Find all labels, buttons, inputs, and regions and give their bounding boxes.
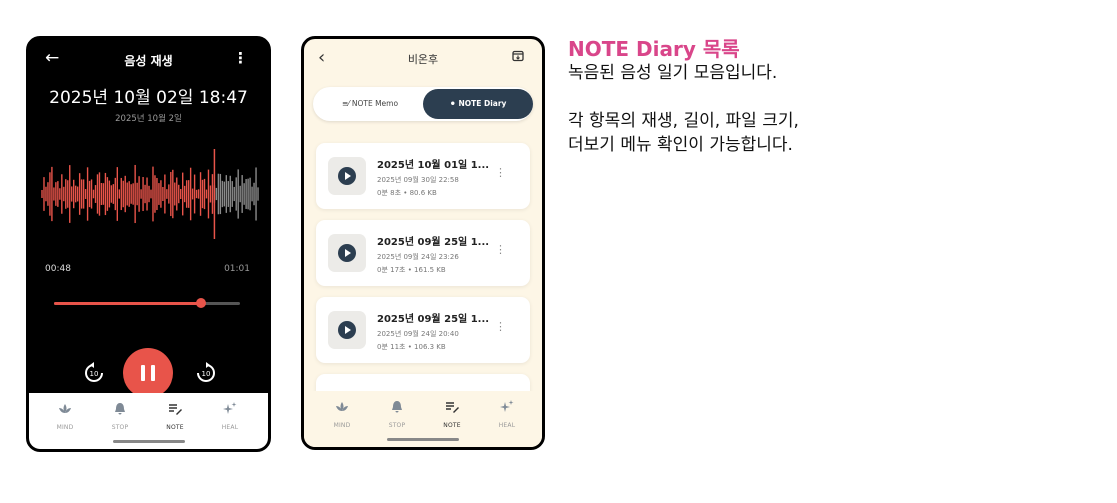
play-icon (345, 326, 351, 334)
tab-mind[interactable]: MIND (322, 399, 362, 429)
microphone-icon: ⚫ (449, 99, 456, 108)
tab-label: HEAL (498, 422, 516, 429)
list-item[interactable]: 2025년 09월 25일 1... 2025년 09월 24일 20:40 0… (316, 297, 530, 363)
seek-progress (54, 302, 201, 305)
note-pen-icon (446, 402, 459, 413)
seek-bar[interactable] (54, 298, 240, 308)
tab-label: STOP (388, 422, 406, 429)
waveform[interactable] (41, 149, 259, 239)
rewind-10-icon[interactable]: 10 (82, 361, 106, 385)
tab-stop[interactable]: STOP (100, 401, 140, 431)
bottom-tab-bar: MIND STOP NOTE HEAL (29, 393, 268, 449)
tab-stop[interactable]: STOP (377, 399, 417, 429)
play-button[interactable] (328, 311, 366, 349)
archive-icon[interactable] (512, 50, 524, 62)
more-vertical-icon[interactable]: ⋮ (495, 321, 506, 332)
bell-icon (115, 403, 125, 415)
list-item[interactable]: 2025년 09월 25일 1... 2025년 09월 24일 23:26 0… (316, 220, 530, 286)
description-line: 각 항목의 재생, 길이, 파일 크기, (568, 111, 799, 131)
list-title: 비온후 (407, 53, 439, 66)
player-screen: ← 음성 재생 ⋮ 2025년 10월 02일 18:47 2025년 10월 … (26, 36, 271, 452)
bell-icon (392, 401, 402, 413)
item-date: 2025년 09월 24일 23:26 (377, 253, 459, 261)
sparkle-icon (500, 400, 514, 412)
play-button[interactable] (328, 234, 366, 272)
play-button[interactable] (328, 157, 366, 195)
tab-label: STOP (111, 424, 129, 431)
note-memo-label: NOTE Memo (351, 99, 399, 108)
player-header: ← 음성 재생 ⋮ (29, 45, 268, 73)
tab-note-diary[interactable]: ⚫ NOTE Diary (423, 89, 533, 119)
tab-label: MIND (333, 422, 351, 429)
item-date: 2025년 09월 30일 22:58 (377, 176, 459, 184)
recording-datetime: 2025년 10월 02일 18:47 (49, 88, 248, 108)
home-indicator (112, 440, 185, 443)
list-item[interactable]: 2025년 10월 01일 1... 2025년 09월 30일 22:58 0… (316, 143, 530, 209)
home-indicator (387, 438, 459, 441)
total-time: 01:01 (224, 264, 250, 274)
item-title: 2025년 09월 25일 1... (377, 237, 490, 248)
seek-thumb[interactable] (195, 298, 206, 308)
description-line: 녹음된 음성 일기 모음입니다. (568, 63, 778, 83)
item-meta: 0분 17초 • 161.5 KB (377, 266, 446, 274)
description-heading: NOTE Diary 목록 (568, 37, 740, 61)
forward-label: 10 (202, 370, 211, 378)
play-icon (345, 249, 351, 257)
tab-heal[interactable]: HEAL (210, 401, 250, 431)
pause-icon (141, 365, 145, 381)
more-vertical-icon[interactable]: ⋮ (233, 49, 248, 67)
bottom-tab-bar: MIND STOP NOTE HEAL (304, 391, 542, 447)
lotus-icon (336, 402, 348, 411)
current-time: 00:48 (45, 264, 71, 274)
more-vertical-icon[interactable]: ⋮ (495, 244, 506, 255)
tab-label: HEAL (221, 424, 239, 431)
description-panel: NOTE Diary 목록 녹음된 음성 일기 모음입니다. 각 항목의 재생,… (568, 37, 1108, 157)
item-date: 2025년 09월 24일 20:40 (377, 330, 459, 338)
pause-button[interactable] (123, 348, 173, 398)
tab-label: NOTE (443, 422, 461, 429)
recording-date: 2025년 10월 2일 (115, 114, 182, 124)
forward-10-icon[interactable]: 10 (194, 361, 218, 385)
play-icon (345, 172, 351, 180)
tab-label: MIND (56, 424, 74, 431)
tab-heal[interactable]: HEAL (487, 399, 527, 429)
sparkle-icon (223, 402, 237, 414)
tab-note[interactable]: NOTE (155, 401, 195, 431)
item-title: 2025년 10월 01일 1... (377, 160, 490, 171)
tab-note[interactable]: NOTE (432, 399, 472, 429)
lotus-icon (59, 404, 71, 413)
item-title: 2025년 09월 25일 1... (377, 314, 490, 325)
rewind-label: 10 (90, 370, 99, 378)
item-meta: 0분 11초 • 106.3 KB (377, 343, 446, 351)
tab-mind[interactable]: MIND (45, 401, 85, 431)
note-pen-icon (169, 404, 182, 415)
more-vertical-icon[interactable]: ⋮ (495, 167, 506, 178)
note-diary-label: NOTE Diary (458, 99, 507, 108)
description-line: 더보기 메뉴 확인이 가능합니다. (568, 135, 793, 155)
list-header: ‹ 비온후 (304, 39, 542, 77)
tab-note-memo[interactable]: ≡⁄ NOTE Memo (317, 91, 423, 117)
segment-control: ≡⁄ NOTE Memo ⚫ NOTE Diary (313, 87, 533, 121)
item-meta: 0분 8초 • 80.6 KB (377, 189, 437, 197)
diary-list-screen: ‹ 비온후 ≡⁄ NOTE Memo ⚫ NOTE Diary 2025년 10… (301, 36, 545, 450)
tab-label: NOTE (166, 424, 184, 431)
pause-icon-bar (151, 365, 155, 381)
